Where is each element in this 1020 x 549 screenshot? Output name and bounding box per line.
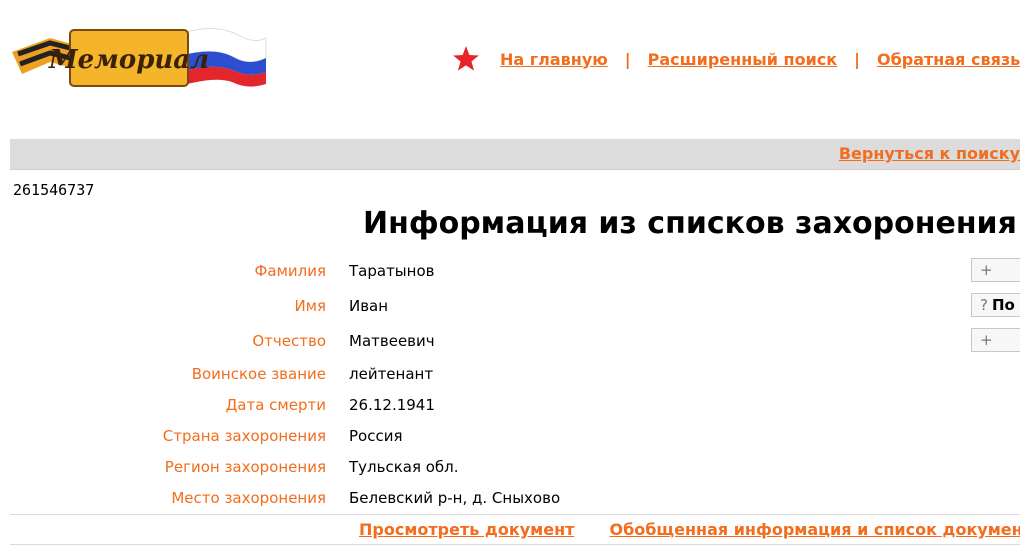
logo-text: Мемориал [48,45,209,75]
memorial-logo[interactable]: Мемориал [10,16,268,88]
help-button[interactable]: ? По [971,293,1020,317]
field-value-burial-region: Тульская обл. [349,458,459,476]
top-navigation: На главную | Расширенный поиск | Обратна… [452,40,1020,78]
nav-feedback-link[interactable]: Обратная связь [877,50,1020,69]
field-label-death-date: Дата смерти [225,396,326,414]
summary-info-link[interactable]: Обобщенная информация и список документо… [609,520,1020,539]
field-label-name: Имя [294,297,326,315]
divider [10,514,1020,515]
bottom-divider [10,544,1020,545]
nav-separator: | [854,49,860,69]
expand-patronymic-button[interactable]: + [971,328,1020,352]
back-to-search-link[interactable]: Вернуться к поиску [839,144,1020,163]
record-id: 261546737 [13,181,95,199]
nav-advanced-search-link[interactable]: Расширенный поиск [648,50,837,69]
field-label-patronymic: Отчество [252,332,326,350]
red-star-icon [453,46,479,71]
field-label-burial-country: Страна захоронения [162,427,326,445]
field-value-death-date: 26.12.1941 [349,396,435,414]
plus-icon: + [980,331,993,349]
field-label-burial-place: Место захоронения [171,489,326,507]
field-value-patronymic: Матвеевич [349,332,435,350]
field-value-name: Иван [349,297,389,315]
view-document-link[interactable]: Просмотреть документ [359,520,574,539]
field-label-surname: Фамилия [254,262,326,280]
nav-separator: | [624,49,631,69]
page-title: Информация из списков захоронения [363,206,1017,241]
document-links: Просмотреть документ Обобщенная информац… [359,520,1020,539]
field-label-burial-region: Регион захоронения [164,458,326,476]
plus-icon: + [980,261,993,279]
field-label-rank: Воинское звание [191,365,326,383]
field-value-surname: Таратынов [349,262,435,280]
help-button-label: По [991,296,1015,314]
field-value-rank: лейтенант [349,365,434,383]
toolbar-bar: Вернуться к поиску [10,139,1020,170]
field-value-burial-place: Белевский р-н, д. Сныхово [349,489,561,507]
nav-home-link[interactable]: На главную [500,50,608,69]
field-value-burial-country: Россия [349,427,403,445]
question-icon: ? [980,296,988,314]
expand-surname-button[interactable]: + [971,258,1020,282]
